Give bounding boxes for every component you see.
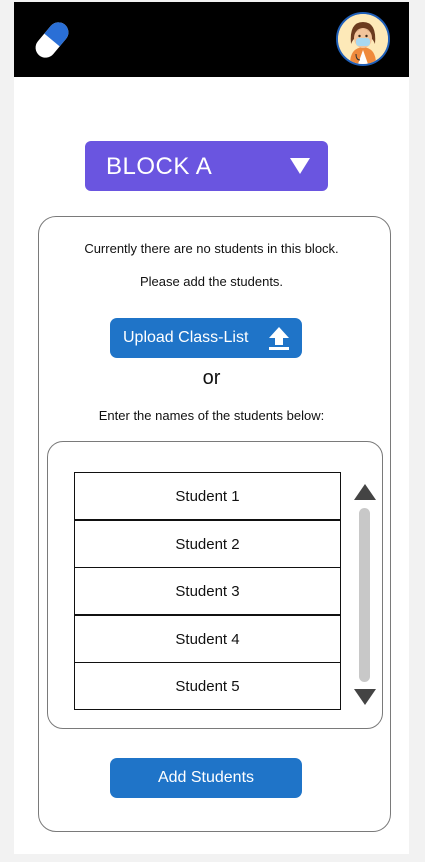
no-students-message: Currently there are no students in this … (84, 241, 339, 256)
user-avatar[interactable] (336, 12, 390, 66)
scroll-down-icon[interactable] (354, 689, 376, 705)
student-name-field[interactable]: Student 2 (74, 520, 341, 568)
or-divider-text: or (202, 367, 221, 389)
student-name-field[interactable]: Student 4 (74, 615, 341, 663)
scroll-up-icon[interactable] (354, 484, 376, 500)
app-screen: BLOCK A Currently there are no students … (14, 2, 409, 854)
upload-button-label: Upload Class-List (123, 329, 249, 346)
top-bar (14, 2, 409, 77)
enter-names-instruction: Enter the names of the students below: (98, 408, 325, 423)
student-name-field[interactable]: Student 3 (74, 567, 341, 615)
add-students-prompt: Please add the students. (139, 274, 284, 289)
caret-down-icon (290, 158, 310, 174)
pill-icon[interactable] (30, 18, 74, 62)
upload-arrow-icon (269, 327, 289, 350)
scrollbar-thumb[interactable] (359, 508, 370, 682)
upload-class-list-button[interactable]: Upload Class-List (110, 318, 302, 358)
student-name-field[interactable]: Student 1 (74, 472, 341, 520)
nurse-avatar-icon (338, 14, 388, 64)
block-select[interactable]: BLOCK A (85, 141, 328, 191)
student-name-field[interactable]: Student 5 (74, 662, 341, 710)
block-select-label: BLOCK A (106, 153, 213, 180)
add-students-button[interactable]: Add Students (110, 758, 302, 798)
